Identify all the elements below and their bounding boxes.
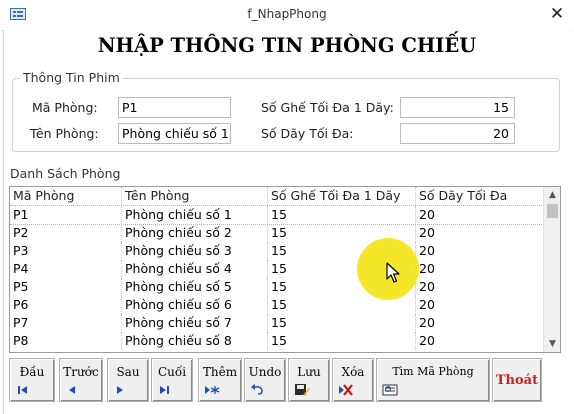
cell-max-seats: 15 [268,332,416,350]
movie-info-caption: Thông Tin Phim [20,70,123,85]
delete-label: Xóa [341,365,365,379]
first-record-icon [18,386,27,394]
list-row[interactable]: P4 Phòng chiếu số 4 15 20 [10,260,542,278]
add-record-button[interactable]: Thêm [198,358,242,402]
list-row[interactable]: P6 Phòng chiếu số 6 15 20 [10,296,542,314]
list-row[interactable]: P8 Phòng chiếu số 8 15 20 [10,332,542,350]
room-name-field[interactable]: Phòng chiếu số 1 [118,123,231,144]
room-name-label: Tên Phòng: [30,126,99,141]
cell-room-name: Phòng chiếu số 3 [122,242,268,260]
list-row[interactable]: P5 Phòng chiếu số 5 15 20 [10,278,542,296]
scroll-down-icon[interactable]: ▼ [544,336,560,352]
cell-room-name: Phòng chiếu số 2 [122,224,268,242]
last-record-icon [160,386,169,394]
room-list-caption: Danh Sách Phòng [10,166,121,181]
cell-room-name: Phòng chiếu số 6 [122,296,268,314]
cell-room-name: Phòng chiếu số 8 [122,332,268,350]
prev-record-button[interactable]: Trước [59,358,103,402]
cell-room-name: Phòng chiếu số 5 [122,278,268,296]
cell-room-name: Phòng chiếu số 7 [122,314,268,332]
max-rows-label: Số Dãy Tối Đa: [261,126,354,141]
cell-max-rows: 20 [419,315,435,330]
list-header-row: Mã Phòng Tên Phòng Số Ghế Tối Đa 1 Dãy S… [10,187,542,206]
cell-room-name: Phòng chiếu số 1 [122,206,268,224]
cell-max-rows: 20 [419,279,435,294]
last-record-button[interactable]: Cuối [151,358,193,402]
list-row[interactable]: P2 Phòng chiếu số 2 15 20 [10,224,542,242]
cell-max-rows: 20 [419,207,435,222]
cell-room-code: P8 [10,332,122,350]
list-scrollbar[interactable]: ▲ ▼ [543,187,560,352]
max-seats-field[interactable]: 15 [400,97,515,118]
max-rows-field[interactable]: 20 [400,123,515,144]
page-title: NHẬP THÔNG TIN PHÒNG CHIẾU [97,34,477,57]
save-label: Lưu [297,365,321,379]
header-room-code: Mã Phòng [10,187,122,205]
cell-max-seats: 15 [268,206,416,224]
save-button[interactable]: Lưu [288,358,330,402]
first-record-label: Đầu [19,365,45,379]
cell-max-rows: 20 [419,225,435,240]
header-max-rows: Số Dãy Tối Đa [419,188,508,203]
header-room-name: Tên Phòng [122,187,268,205]
last-record-label: Cuối [157,365,187,379]
undo-label: Undo [248,365,282,379]
delete-button[interactable]: Xóa [332,358,374,402]
cell-room-code: P1 [10,206,122,224]
cell-max-rows: 20 [419,333,435,348]
room-code-field[interactable]: P1 [118,97,231,118]
cell-room-code: P6 [10,296,122,314]
mouse-pointer-icon [386,262,400,283]
room-listbox[interactable]: Mã Phòng Tên Phòng Số Ghế Tối Đa 1 Dãy S… [9,186,561,353]
next-record-button[interactable]: Sau [107,358,149,402]
scroll-thumb[interactable] [547,204,558,218]
cell-room-code: P4 [10,260,122,278]
exit-label: Thoát [495,373,539,388]
new-record-icon [205,386,220,394]
header-max-seats: Số Ghế Tối Đa 1 Dãy [268,187,416,205]
cell-room-code: P5 [10,278,122,296]
exit-button[interactable]: Thoát [492,358,542,402]
close-icon[interactable]: ✕ [548,4,566,24]
delete-record-icon [339,384,353,396]
window-title: f_NhapPhong [247,7,327,21]
find-room-button[interactable]: Tìm Mã Phòng [376,358,490,402]
undo-icon [251,384,263,395]
list-row[interactable]: P1 Phòng chiếu số 1 15 20 [10,206,542,225]
cell-room-code: P3 [10,242,122,260]
cell-room-code: P7 [10,314,122,332]
list-row[interactable]: P7 Phòng chiếu số 7 15 20 [10,314,542,332]
cell-max-rows: 20 [419,297,435,312]
first-record-button[interactable]: Đầu [9,358,55,402]
max-seats-label: Số Ghế Tối Đa 1 Dãy: [261,100,394,115]
next-record-icon [117,386,123,394]
find-record-icon [382,384,398,396]
cell-room-name: Phòng chiếu số 4 [122,260,268,278]
next-record-label: Sau [116,365,140,379]
find-room-label: Tìm Mã Phòng [392,365,474,378]
room-code-label: Mã Phòng: [32,100,98,115]
save-icon [295,384,310,396]
prev-record-icon [69,386,75,394]
cell-max-rows: 20 [419,261,435,276]
undo-button[interactable]: Undo [244,358,286,402]
scroll-up-icon[interactable]: ▲ [544,187,560,203]
cell-max-seats: 15 [268,314,416,332]
cell-max-rows: 20 [419,243,435,258]
list-row[interactable]: P3 Phòng chiếu số 3 15 20 [10,242,542,260]
prev-record-label: Trước [63,365,99,379]
cell-room-code: P2 [10,224,122,242]
add-record-label: Thêm [202,365,238,379]
